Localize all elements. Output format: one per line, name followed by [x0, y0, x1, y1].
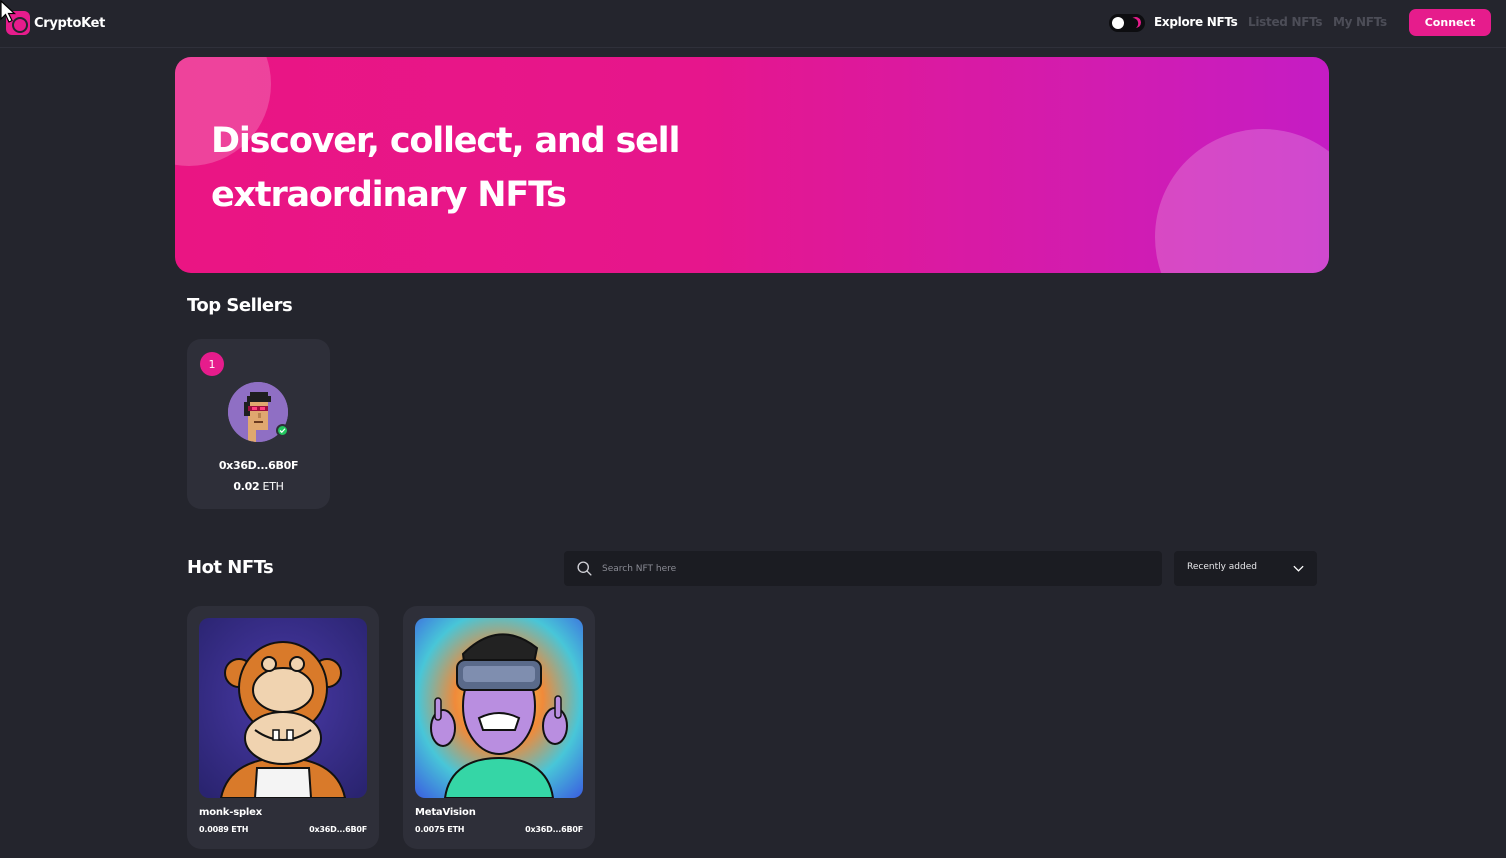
hot-nfts-title: Hot NFTs: [187, 557, 274, 578]
sort-dropdown[interactable]: Recently added: [1174, 551, 1317, 586]
nft-name: MetaVision: [415, 807, 476, 818]
seller-address: 0x36D...6B0F: [218, 459, 299, 472]
nft-owner: 0x36D...6B0F: [309, 825, 367, 834]
navbar: CryptoKet Explore NFTs Listed NFTs My NF…: [0, 0, 1506, 48]
nft-price: 0.0089 ETH: [199, 825, 249, 834]
search-bar[interactable]: [564, 551, 1162, 586]
moon-icon: [1128, 15, 1142, 29]
ape-artwork-icon: [199, 618, 367, 798]
top-sellers-title: Top Sellers: [187, 295, 293, 316]
connect-button[interactable]: Connect: [1409, 9, 1491, 36]
sort-selected-value: Recently added: [1187, 562, 1257, 572]
search-input[interactable]: [602, 551, 1142, 586]
seller-currency: ETH: [262, 480, 284, 493]
nft-card[interactable]: monk-splex 0.0089 ETH 0x36D...6B0F: [187, 606, 379, 849]
nft-price: 0.0075 ETH: [415, 825, 465, 834]
rank-badge: 1: [200, 352, 224, 376]
hero-banner: Discover, collect, and sell extraordinar…: [175, 57, 1329, 273]
seller-amount: 0.02: [233, 480, 260, 493]
search-icon: [577, 561, 592, 576]
theme-toggle[interactable]: [1109, 14, 1145, 32]
vr-character-artwork-icon: [415, 618, 583, 798]
logo-text: CryptoKet: [34, 15, 106, 31]
decor-circle: [1155, 129, 1329, 273]
nft-image-monkey[interactable]: [199, 618, 367, 798]
nav-explore-nfts[interactable]: Explore NFTs: [1154, 15, 1238, 29]
hero-title: Discover, collect, and sell extraordinar…: [211, 121, 680, 215]
seller-balance: 0.02 ETH: [187, 480, 330, 493]
nft-card[interactable]: MetaVision 0.0075 ETH 0x36D...6B0F: [403, 606, 595, 849]
verified-check-icon: [276, 424, 289, 437]
seller-card[interactable]: 1 0x36D...6B0F 0.02 ETH: [187, 339, 330, 509]
nav-my-nfts[interactable]: My NFTs: [1333, 15, 1387, 29]
cursor-icon: [0, 0, 17, 23]
logo[interactable]: CryptoKet: [6, 11, 105, 35]
toggle-knob: [1112, 17, 1124, 29]
chevron-down-icon: [1293, 565, 1304, 572]
nav-listed-nfts[interactable]: Listed NFTs: [1248, 15, 1323, 29]
nft-owner: 0x36D...6B0F: [525, 825, 583, 834]
nft-name: monk-splex: [199, 807, 262, 818]
nft-image-metavision[interactable]: [415, 618, 583, 798]
